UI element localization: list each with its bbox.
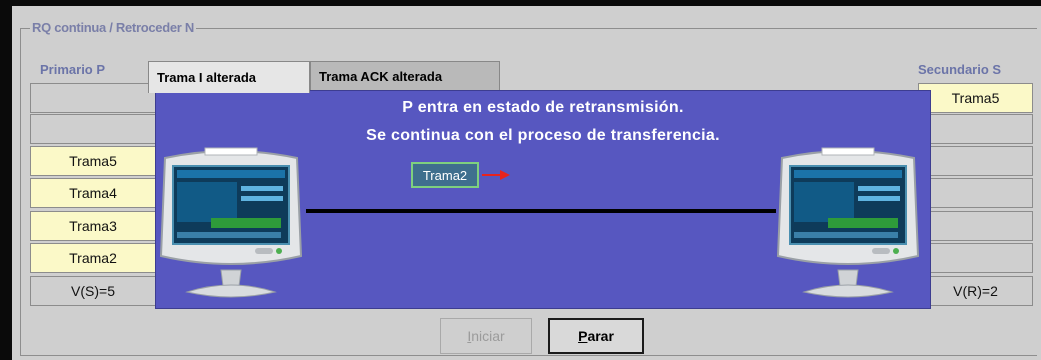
primary-slot: Trama5 — [30, 146, 156, 176]
frame-in-transit: Trama2 — [411, 162, 479, 188]
status-message-line1: P entra en estado de retransmisión. — [402, 99, 684, 116]
start-label-rest: niciar — [471, 328, 505, 344]
secondary-slot — [918, 114, 1033, 144]
primary-slot — [30, 114, 156, 144]
send-state-variable: V(S)=5 — [30, 276, 156, 306]
animation-stage: P entra en estado de retransmisión. Se c… — [155, 90, 931, 309]
group-title: RQ continua / Retroceder N — [30, 20, 196, 35]
secondary-slot — [918, 243, 1033, 273]
secondary-slot — [918, 146, 1033, 176]
primary-slot: Trama3 — [30, 211, 156, 241]
secondary-slot: Trama5 — [918, 83, 1033, 113]
primary-slot: Trama2 — [30, 243, 156, 273]
secondary-label: Secundario S — [918, 62, 1002, 77]
receive-state-variable: V(R)=2 — [918, 276, 1033, 306]
tab-trama-ack-alterada[interactable]: Trama ACK alterada — [310, 61, 500, 91]
primary-label: Primario P — [40, 62, 106, 77]
stop-mnemonic: P — [578, 328, 588, 344]
primary-slot: Trama4 — [30, 178, 156, 208]
tab-trama-i-alterada[interactable]: Trama I alterada — [148, 61, 310, 93]
secondary-slot — [918, 211, 1033, 241]
stop-label-rest: arar — [587, 328, 614, 344]
secondary-computer-icon — [776, 147, 920, 298]
main-panel: RQ continua / Retroceder N Primario P Tr… — [12, 6, 1041, 360]
stop-button[interactable]: Parar — [548, 318, 644, 354]
tab-label: Trama ACK alterada — [319, 69, 443, 84]
primary-computer-icon — [159, 147, 303, 298]
tab-label: Trama I alterada — [157, 70, 256, 85]
secondary-slot — [918, 178, 1033, 208]
transmission-line — [306, 209, 776, 213]
start-button[interactable]: Iniciar — [440, 318, 532, 354]
primary-slot — [30, 83, 156, 113]
arrow-right-icon — [482, 170, 510, 180]
